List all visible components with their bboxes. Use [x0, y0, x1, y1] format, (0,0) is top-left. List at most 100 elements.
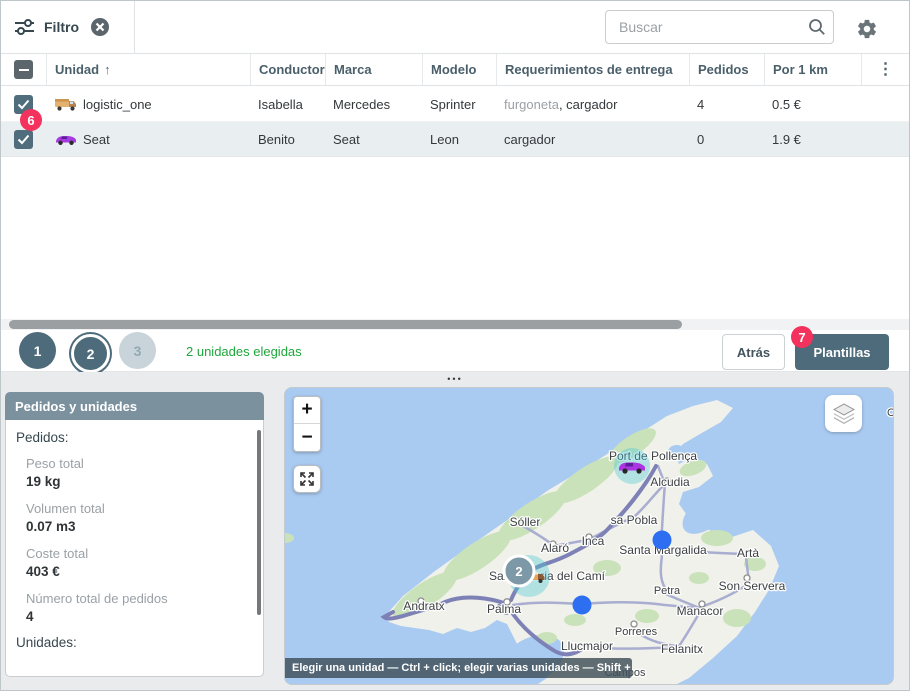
requerimientos-cell: cargador: [496, 122, 689, 156]
requerimientos-cell: furgoneta, cargador: [496, 87, 689, 121]
map-layers-button[interactable]: [825, 395, 862, 432]
car-icon: [54, 132, 78, 146]
pedidos-cell: 4: [689, 87, 764, 121]
column-header-modelo[interactable]: Modelo: [422, 54, 496, 85]
search-input[interactable]: [606, 19, 808, 35]
summary-item-value: 4: [26, 607, 251, 626]
unidades-heading: Unidades:: [16, 635, 251, 650]
unit-name: logistic_one: [83, 97, 152, 112]
map-label-andratx: Andratx: [403, 599, 444, 613]
conductor-cell: Isabella: [250, 87, 325, 121]
bottom-section: ••• Pedidos y unidades Pedidos: Peso tot…: [1, 372, 909, 690]
vertical-scrollbar-thumb[interactable]: [257, 430, 261, 615]
table-row-seat[interactable]: Seat Benito Seat Leon cargador 0 1.9 €: [1, 122, 909, 157]
sort-ascending-icon: ↑: [104, 62, 111, 77]
horizontal-scrollbar-track[interactable]: [1, 319, 909, 330]
fullscreen-button[interactable]: [293, 465, 321, 493]
map-label-porreres: Porreres: [615, 626, 658, 638]
unit-name: Seat: [83, 132, 110, 147]
column-menu-button[interactable]: ⋮: [861, 54, 909, 85]
table-row-logistic-one[interactable]: logistic_one Isabella Mercedes Sprinter …: [1, 87, 909, 122]
column-header-requerimientos[interactable]: Requerimientos de entrega: [496, 54, 689, 85]
map-canvas[interactable]: Port de Pollença Alcudia Sóller sa Pobla…: [285, 388, 894, 685]
summary-panel-body: Pedidos: Peso total 19 kg Volumen total …: [5, 420, 264, 677]
map-label-alcudia: Alcudia: [650, 475, 690, 489]
selection-status-text: 2 unidades elegidas: [186, 330, 302, 372]
req-secondary: furgoneta: [504, 97, 559, 112]
summary-panel: Pedidos y unidades Pedidos: Peso total 1…: [5, 392, 264, 679]
step-1[interactable]: 1: [19, 332, 56, 369]
conductor-cell: Benito: [250, 122, 325, 156]
summary-item-coste: Coste total 403 €: [26, 545, 251, 581]
map-label-petra: Petra: [654, 585, 681, 597]
column-header-conductor[interactable]: Conductor: [250, 54, 325, 85]
horizontal-scrollbar-thumb[interactable]: [9, 320, 682, 329]
filter-sliders-icon: [15, 19, 34, 35]
req-primary: cargador: [566, 97, 617, 112]
modelo-cell: Sprinter: [422, 87, 496, 121]
truck-icon: [54, 96, 78, 112]
step-2-active[interactable]: 2: [71, 334, 110, 373]
back-button[interactable]: Atrás: [722, 334, 785, 370]
map-label-llucmajor: Llucmajor: [561, 639, 613, 653]
map-order-marker-south[interactable]: [573, 596, 592, 615]
map-panel[interactable]: Port de Pollença Alcudia Sóller sa Pobla…: [284, 387, 894, 685]
unit-cell: Seat: [46, 122, 250, 156]
por-km-cell: 1.9 €: [764, 122, 861, 156]
map-hint-bar: Elegir una unidad — Ctrl + click; elegir…: [285, 658, 632, 678]
column-label: Conductor: [259, 62, 325, 77]
filter-clear-icon[interactable]: [89, 16, 111, 38]
column-label: Modelo: [431, 62, 477, 77]
column-header-por-km[interactable]: Por 1 km: [764, 54, 861, 85]
summary-item-label: Peso total: [26, 455, 251, 472]
req-primary: cargador: [504, 132, 555, 147]
map-label-sa-pobla: sa Pobla: [611, 513, 658, 527]
map-label-felanitx: Felanitx: [661, 642, 703, 656]
settings-button[interactable]: [854, 16, 880, 42]
filter-button[interactable]: Filtro: [15, 13, 111, 41]
fullscreen-icon: [299, 471, 315, 487]
map-label-palma: Palma: [487, 602, 521, 616]
column-header-pedidos[interactable]: Pedidos: [689, 54, 764, 85]
summary-item-label: Volumen total: [26, 500, 251, 517]
column-label: Por 1 km: [773, 62, 828, 77]
zoom-in-button[interactable]: +: [294, 397, 320, 424]
summary-item-volumen: Volumen total 0.07 m3: [26, 500, 251, 536]
step-3[interactable]: 3: [119, 332, 156, 369]
settings-gear-icon: [856, 18, 878, 40]
row-checkbox[interactable]: [14, 130, 33, 149]
pedidos-cell: 0: [689, 122, 764, 156]
filter-label: Filtro: [44, 19, 79, 35]
map-label-manacor: Manacor: [677, 604, 724, 618]
map-label-son-servera: Son Servera: [719, 579, 786, 593]
map-label-inca: Inca: [582, 534, 605, 548]
map-cluster-marker[interactable]: 2: [504, 556, 534, 586]
summary-item-value: 0.07 m3: [26, 517, 251, 536]
map-order-marker-north[interactable]: [653, 531, 672, 550]
map-label-arta: Artà: [737, 546, 759, 560]
toolbar: Filtro: [1, 1, 909, 53]
marca-cell: Mercedes: [325, 87, 422, 121]
indeterminate-mark: [19, 69, 29, 71]
summary-item-label: Coste total: [26, 545, 251, 562]
select-all-cell: [1, 54, 46, 85]
column-label: Unidad: [55, 62, 99, 77]
select-all-checkbox[interactable]: [14, 60, 33, 79]
column-label: Pedidos: [698, 62, 749, 77]
column-header-unidad[interactable]: Unidad ↑: [46, 54, 250, 85]
map-label-edge-cut: C: [887, 407, 894, 419]
marca-cell: Seat: [325, 122, 422, 156]
panel-resize-handle[interactable]: •••: [1, 372, 909, 386]
zoom-out-button[interactable]: −: [294, 424, 320, 451]
summary-item-value: 403 €: [26, 562, 251, 581]
column-menu-icon: ⋮: [878, 62, 894, 78]
app-window: Filtro: [0, 0, 910, 691]
summary-item-numero-pedidos: Número total de pedidos 4: [26, 590, 251, 626]
req-separator: ,: [559, 97, 566, 112]
check-icon: [17, 134, 30, 145]
column-header-marca[interactable]: Marca: [325, 54, 422, 85]
row-menu-cell: [861, 122, 909, 156]
layers-icon: [832, 402, 856, 426]
summary-item-value: 19 kg: [26, 472, 251, 491]
map-label-alaro: Alaró: [541, 541, 569, 555]
